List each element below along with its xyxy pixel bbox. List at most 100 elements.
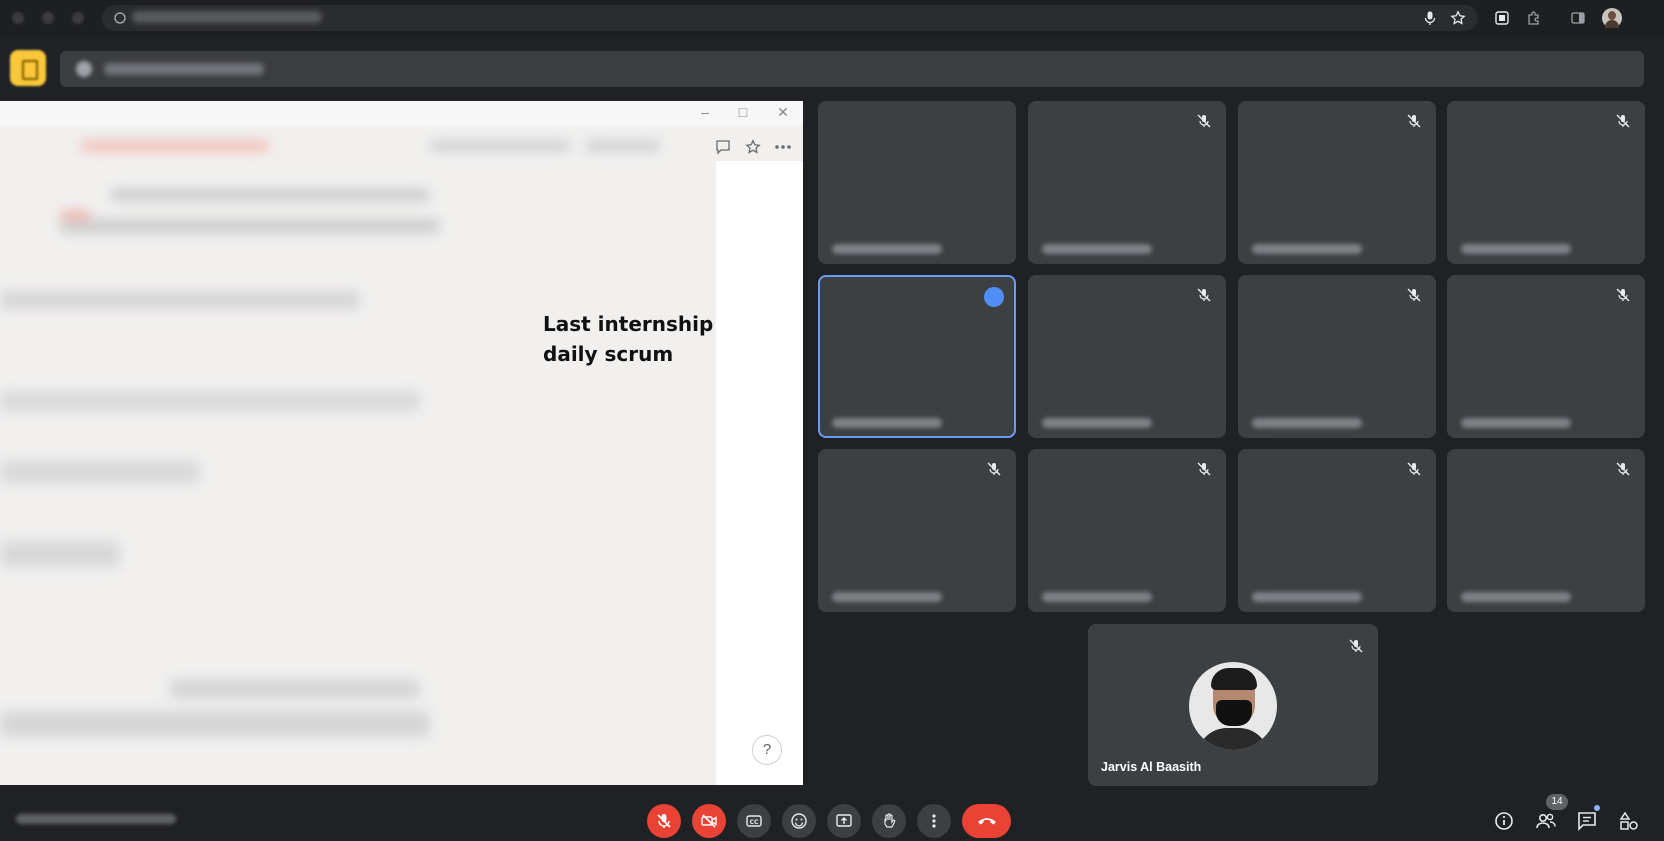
participant-name (1042, 244, 1152, 254)
participant-name (1461, 592, 1571, 602)
mic-off-icon (1615, 287, 1631, 303)
participant-tile[interactable] (1238, 275, 1436, 438)
side-panel (716, 161, 803, 785)
microphone-icon[interactable] (1422, 10, 1438, 26)
blurred-text (60, 219, 440, 233)
emoji-icon (791, 813, 807, 829)
participant-tile[interactable] (1447, 101, 1645, 264)
meet-icon (10, 50, 46, 86)
help-button[interactable]: ? (752, 735, 782, 765)
info-icon[interactable] (1493, 810, 1517, 834)
raise-hand-icon (884, 813, 896, 828)
blurred-text (430, 141, 570, 151)
slide-title-line-2: daily scrum (543, 342, 674, 366)
reload-icon[interactable] (72, 12, 84, 24)
participant-tile[interactable] (1238, 101, 1436, 264)
blurred-text (0, 541, 120, 567)
blurred-text (80, 141, 270, 151)
camera-off-button[interactable] (692, 804, 726, 838)
mic-off-button[interactable] (647, 804, 681, 838)
participant-tile[interactable] (1238, 449, 1436, 612)
avatar (1189, 662, 1277, 750)
blurred-text (60, 211, 90, 219)
self-tile[interactable]: Jarvis Al Baasith (1088, 624, 1378, 786)
participant-name (1461, 418, 1571, 428)
sidepanel-icon[interactable] (1570, 10, 1586, 26)
participant-tile[interactable] (818, 101, 1016, 264)
raise-hand-button[interactable] (872, 804, 906, 838)
participant-name (1042, 418, 1152, 428)
presenter-avatar (76, 61, 92, 77)
presentation-title-bar[interactable] (60, 51, 1644, 87)
star-icon[interactable] (1450, 10, 1466, 26)
blurred-text (0, 711, 430, 737)
end-call-button[interactable] (962, 804, 1011, 838)
slide-title-line-1: Last internship (543, 312, 714, 336)
emoji-button[interactable] (782, 804, 816, 838)
mic-off-icon (1196, 461, 1212, 477)
shared-screen: – □ ✕ Last internship daily scrum ? (0, 101, 803, 785)
extension-icon[interactable] (1494, 10, 1510, 26)
participant-name (832, 592, 942, 602)
puzzle-icon[interactable] (1526, 10, 1542, 26)
browser-toolbar (0, 0, 1664, 36)
window-titlebar: – □ ✕ (0, 101, 803, 125)
participant-name (1042, 592, 1152, 602)
mic-off-icon (1615, 113, 1631, 129)
blurred-text (170, 679, 420, 699)
present-icon (836, 814, 852, 827)
activities-icon[interactable] (1618, 810, 1642, 834)
svg-text:CC: CC (750, 819, 759, 826)
present-button[interactable] (827, 804, 861, 838)
blurred-text (585, 141, 660, 151)
blurred-text (0, 291, 360, 309)
participant-name (1461, 244, 1571, 254)
more-options-button[interactable] (917, 804, 951, 838)
mic-off-icon (657, 814, 671, 828)
forward-icon[interactable] (42, 12, 54, 24)
blurred-text (110, 189, 430, 201)
chat-icon[interactable] (1576, 810, 1600, 834)
participant-tile[interactable] (818, 449, 1016, 612)
mic-off-icon (1406, 287, 1422, 303)
more-icon[interactable] (773, 139, 793, 160)
mic-off-icon (1196, 113, 1212, 129)
participant-tile[interactable] (1028, 449, 1226, 612)
participant-tile[interactable] (1447, 275, 1645, 438)
participant-name (1252, 418, 1362, 428)
presenter-title-text (104, 63, 264, 75)
participant-name (832, 244, 942, 254)
participant-name (1252, 592, 1362, 602)
participant-tile[interactable] (818, 275, 1016, 438)
close-icon[interactable]: ✕ (776, 105, 790, 119)
blurred-text (0, 391, 420, 411)
captions-button[interactable]: CC (737, 804, 771, 838)
maximize-icon[interactable]: □ (736, 105, 750, 119)
mic-off-icon (1348, 638, 1364, 654)
star-icon[interactable] (743, 139, 763, 160)
participant-name: Jarvis Al Baasith (1101, 760, 1202, 774)
url-text (132, 11, 322, 23)
participant-tile[interactable] (1028, 275, 1226, 438)
people-count-badge: 14 (1546, 794, 1568, 810)
captions-icon: CC (746, 815, 762, 827)
address-bar[interactable] (102, 5, 1478, 31)
mic-off-icon (1196, 287, 1212, 303)
blurred-text (0, 461, 200, 483)
mic-off-icon (1406, 461, 1422, 477)
site-info-icon[interactable] (112, 10, 128, 26)
mic-off-icon (986, 461, 1002, 477)
people-icon[interactable] (1535, 810, 1559, 834)
back-icon[interactable] (12, 12, 24, 24)
minimize-icon[interactable]: – (698, 105, 712, 119)
mic-off-icon (1406, 113, 1422, 129)
participant-name (1252, 244, 1362, 254)
participant-tile[interactable] (1447, 449, 1645, 612)
mic-off-icon (1615, 461, 1631, 477)
participant-tile[interactable] (1028, 101, 1226, 264)
comment-icon[interactable] (713, 139, 733, 160)
profile-avatar[interactable] (1602, 8, 1622, 28)
camera-off-icon (701, 814, 717, 828)
slide-title: Last internship daily scrum (543, 309, 743, 369)
end-call-icon (978, 818, 996, 825)
